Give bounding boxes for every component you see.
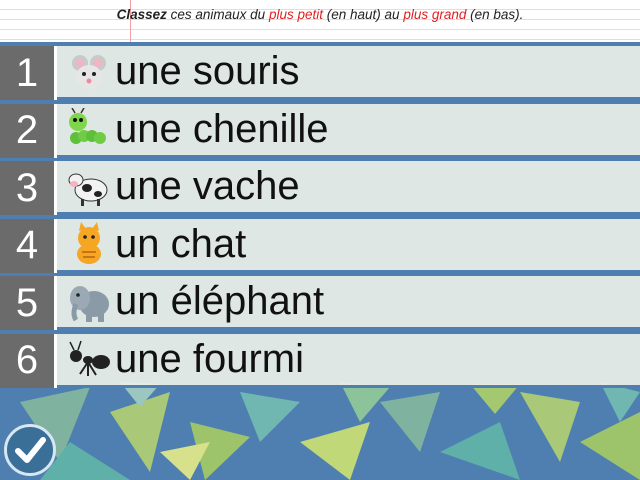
item-card[interactable]: une chenille bbox=[57, 103, 640, 158]
item-label: un éléphant bbox=[115, 279, 325, 323]
list-item[interactable]: 4 un chat bbox=[0, 218, 640, 273]
item-card[interactable]: une fourmi bbox=[57, 333, 640, 388]
instruction-part1: ces animaux du bbox=[166, 7, 269, 22]
instruction-part2: (en haut) au bbox=[323, 7, 404, 22]
item-number: 5 bbox=[0, 276, 57, 330]
item-label: une chenille bbox=[115, 106, 329, 151]
check-button[interactable] bbox=[4, 424, 56, 476]
item-card[interactable]: une vache bbox=[57, 161, 640, 215]
item-label: une vache bbox=[115, 164, 300, 208]
cow-icon bbox=[65, 163, 113, 211]
list-item[interactable]: 5 un éléphant bbox=[0, 276, 640, 330]
item-number: 1 bbox=[0, 46, 57, 100]
item-card[interactable]: un chat bbox=[57, 218, 640, 273]
mouse-icon bbox=[65, 48, 113, 96]
animal-list: 1 une souris 2 une chenille 3 une vache … bbox=[0, 46, 640, 391]
checkmark-icon bbox=[15, 437, 46, 463]
instruction-text: Classez ces animaux du plus petit (en ha… bbox=[0, 7, 640, 22]
item-label: un chat bbox=[115, 221, 247, 266]
list-item[interactable]: 1 une souris bbox=[0, 46, 640, 100]
ant-icon bbox=[65, 335, 113, 383]
item-number: 3 bbox=[0, 161, 57, 215]
instruction-header: Classez ces animaux du plus petit (en ha… bbox=[0, 0, 640, 42]
item-number: 2 bbox=[0, 103, 57, 158]
list-item[interactable]: 3 une vache bbox=[0, 161, 640, 215]
item-card[interactable]: une souris bbox=[57, 46, 640, 100]
item-label: une fourmi bbox=[115, 336, 304, 381]
caterpillar-icon bbox=[65, 105, 113, 153]
instruction-strong: Classez bbox=[116, 7, 167, 22]
elephant-icon bbox=[65, 278, 113, 326]
instruction-red1: plus petit bbox=[268, 7, 323, 22]
instruction-red2: plus grand bbox=[403, 7, 467, 22]
instruction-part3: (en bas). bbox=[466, 7, 524, 22]
list-item[interactable]: 2 une chenille bbox=[0, 103, 640, 158]
item-label: une souris bbox=[115, 49, 300, 93]
item-card[interactable]: un éléphant bbox=[57, 276, 640, 330]
cat-icon bbox=[65, 220, 113, 268]
list-item[interactable]: 6 une fourmi bbox=[0, 333, 640, 388]
item-number: 4 bbox=[0, 218, 57, 273]
item-number: 6 bbox=[0, 333, 57, 388]
